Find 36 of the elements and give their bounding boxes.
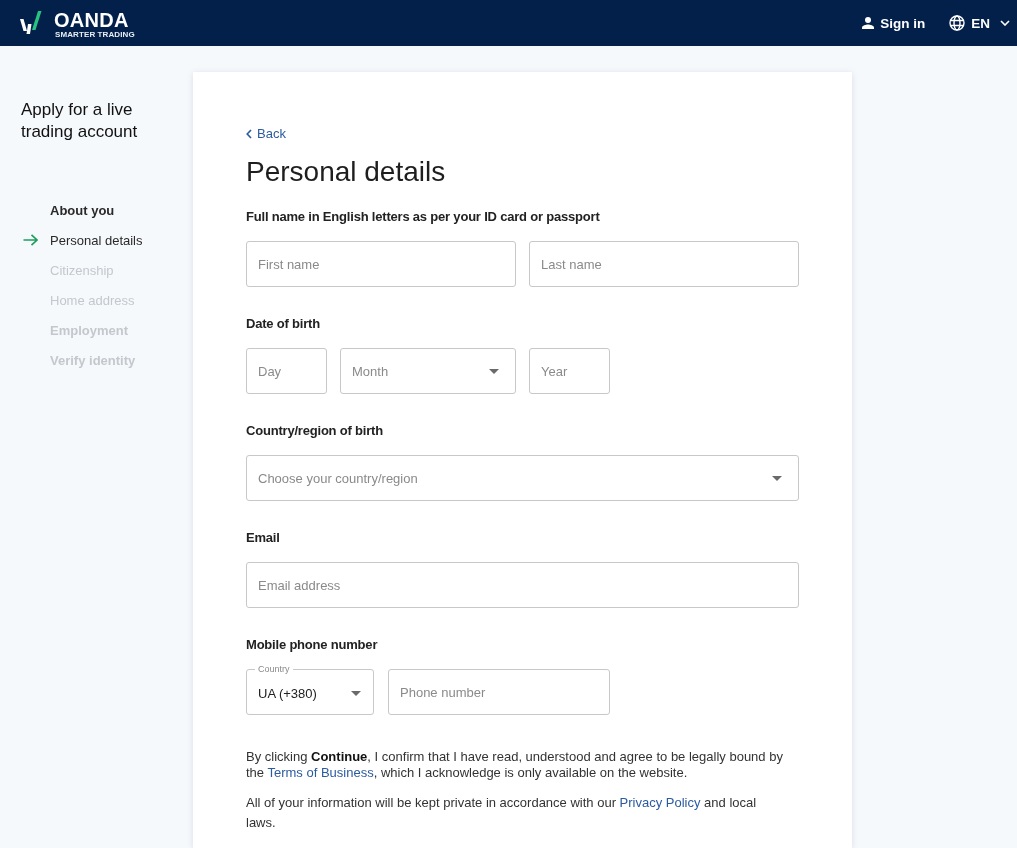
sign-in-button[interactable]: Sign in — [862, 11, 926, 35]
text-link[interactable]: Terms of Business — [267, 765, 374, 780]
arrow-right-icon — [23, 234, 38, 246]
dropdown-select[interactable]: Month — [340, 348, 516, 394]
back-link[interactable]: Back — [246, 126, 286, 142]
input-field[interactable]: Last name — [529, 241, 799, 287]
input-field[interactable]: First name — [246, 241, 516, 287]
field-label: Full name in English letters as per your ID card or passport — [246, 208, 600, 226]
language-button[interactable]: EN — [949, 11, 1010, 35]
step-section-label: About you — [50, 202, 115, 218]
logo-name: OANDA — [54, 9, 129, 30]
text-link[interactable]: Privacy Policy — [619, 795, 701, 810]
caret-icon — [489, 368, 499, 374]
field-label: Country/region of birth — [246, 422, 383, 440]
step-label: Personal details — [50, 232, 143, 248]
caret-icon — [772, 475, 782, 481]
person-icon — [862, 17, 875, 29]
page-heading: Apply for a live trading account — [21, 99, 139, 143]
legal-text: All of your information will be kept private in accordance with our Privacy Policy and local laws. — [246, 794, 758, 832]
field-label: Date of birth — [246, 315, 320, 333]
dropdown-select[interactable]: Choose your country/region — [246, 455, 799, 501]
logo-tagline: SMARTER TRADING — [55, 29, 135, 39]
input-field[interactable]: Email address — [246, 562, 799, 608]
field-label: Mobile phone number — [246, 636, 378, 654]
country-code-select[interactable]: Country UA (+380) — [246, 664, 374, 715]
caret-icon — [351, 691, 361, 696]
form-title: Personal details — [246, 155, 446, 189]
input-field[interactable]: Phone number — [388, 669, 610, 715]
legal-text: By clicking Continue, I confirm that I have read, understood and agree to be legally bound by the Terms of Business, which I acknowledge is only available on the website. — [246, 749, 784, 781]
floating-label: Country — [257, 664, 291, 674]
globe-icon — [949, 15, 966, 31]
field-label: Email — [246, 529, 280, 547]
input-field[interactable]: Year — [529, 348, 610, 394]
input-field[interactable]: Day — [246, 348, 327, 394]
chevron-left-icon — [246, 129, 252, 139]
chevron-down-icon — [1000, 20, 1010, 26]
